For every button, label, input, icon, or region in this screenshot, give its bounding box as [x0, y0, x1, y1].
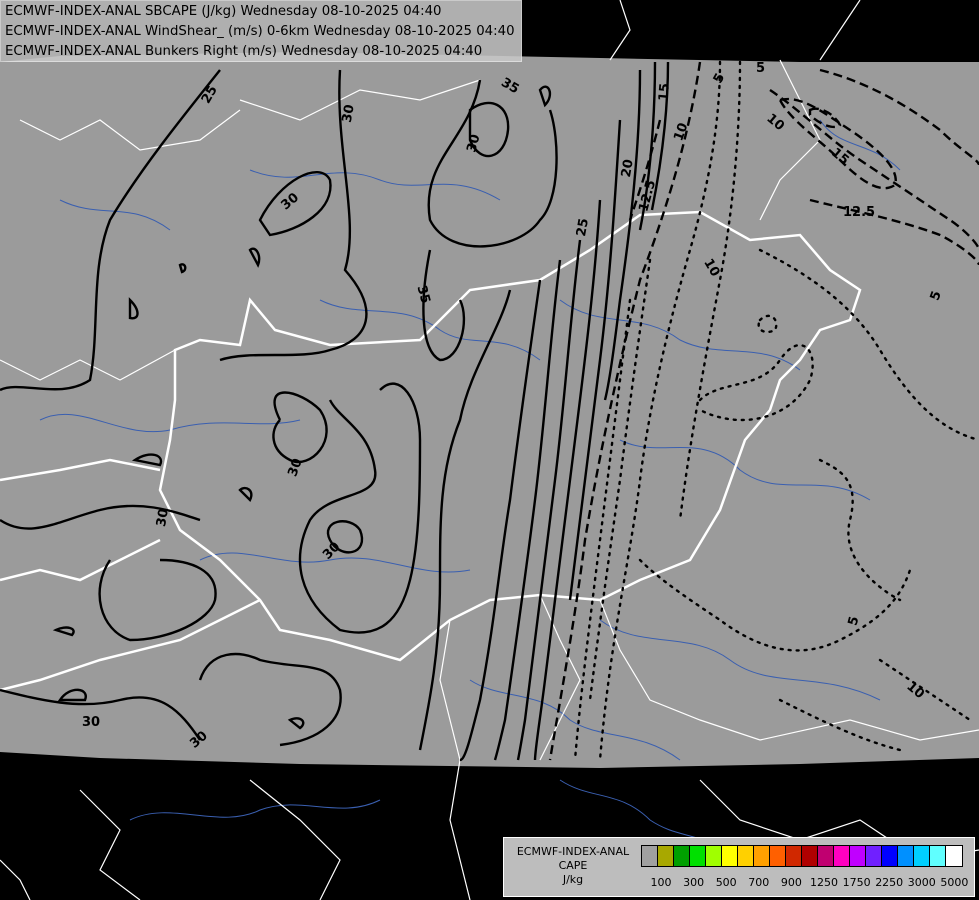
legend-swatch [866, 846, 882, 866]
legend-tick-label: 900 [780, 876, 802, 889]
title-box: ECMWF-INDEX-ANAL SBCAPE (J/kg) Wednesday… [0, 0, 522, 62]
legend-ticks: 100 300 500 700 900 1250 1750 2250 3000 5000 [641, 876, 971, 890]
title-windshear: ECMWF-INDEX-ANAL WindShear_ (m/s) 0-6km … [5, 24, 515, 39]
legend-swatch [946, 846, 962, 866]
legend-swatch [722, 846, 738, 866]
legend-swatch [834, 846, 850, 866]
legend-swatch [674, 846, 690, 866]
legend-tick-label: 700 [748, 876, 770, 889]
legend-title-line: ECMWF-INDEX-ANAL [516, 845, 630, 858]
legend-tick-label: 5000 [940, 876, 969, 889]
contour-label: 30 [154, 508, 172, 528]
contour-label: 5 [756, 61, 765, 76]
legend-swatch [706, 846, 722, 866]
legend-tick-label: 100 [650, 876, 672, 889]
legend-swatches [641, 845, 963, 867]
contour-label: 30 [340, 103, 358, 123]
legend-swatch [770, 846, 786, 866]
legend-tick-label: 3000 [907, 876, 936, 889]
contour-label: 30 [82, 715, 100, 730]
cape-legend: ECMWF-INDEX-ANAL CAPE J/kg 100 300 500 700 9… [503, 837, 975, 897]
contour-label: 12.5 [843, 205, 875, 220]
contour-label: 15 [656, 83, 673, 102]
legend-swatch [898, 846, 914, 866]
map-viewer: 25 30 30 35 30 30 30 30 35 30 30 25 20 1… [0, 0, 979, 900]
legend-swatch [802, 846, 818, 866]
legend-swatch [914, 846, 930, 866]
legend-tick-label: 300 [683, 876, 705, 889]
legend-title-line: CAPE [558, 859, 588, 872]
legend-tick-label: 1750 [842, 876, 871, 889]
legend-swatch [930, 846, 946, 866]
contour-label: 25 [574, 217, 592, 237]
weather-map[interactable]: 25 30 30 35 30 30 30 30 35 30 30 25 20 1… [0, 0, 979, 900]
legend-swatch [818, 846, 834, 866]
contour-label: 20 [619, 158, 637, 178]
legend-swatch [658, 846, 674, 866]
legend-swatch [642, 846, 658, 866]
legend-tick-label: 500 [715, 876, 737, 889]
title-bunkers: ECMWF-INDEX-ANAL Bunkers Right (m/s) Wed… [5, 44, 483, 59]
legend-swatch [690, 846, 706, 866]
legend-title: ECMWF-INDEX-ANAL CAPE J/kg [508, 845, 638, 887]
legend-swatch [882, 846, 898, 866]
legend-swatch [754, 846, 770, 866]
legend-tick-label: 1250 [810, 876, 838, 889]
legend-swatch [850, 846, 866, 866]
title-sbcape: ECMWF-INDEX-ANAL SBCAPE (J/kg) Wednesday… [5, 4, 442, 19]
legend-swatch [786, 846, 802, 866]
legend-swatch [738, 846, 754, 866]
legend-title-line: J/kg [562, 873, 584, 886]
legend-tick-label: 2250 [875, 876, 904, 889]
